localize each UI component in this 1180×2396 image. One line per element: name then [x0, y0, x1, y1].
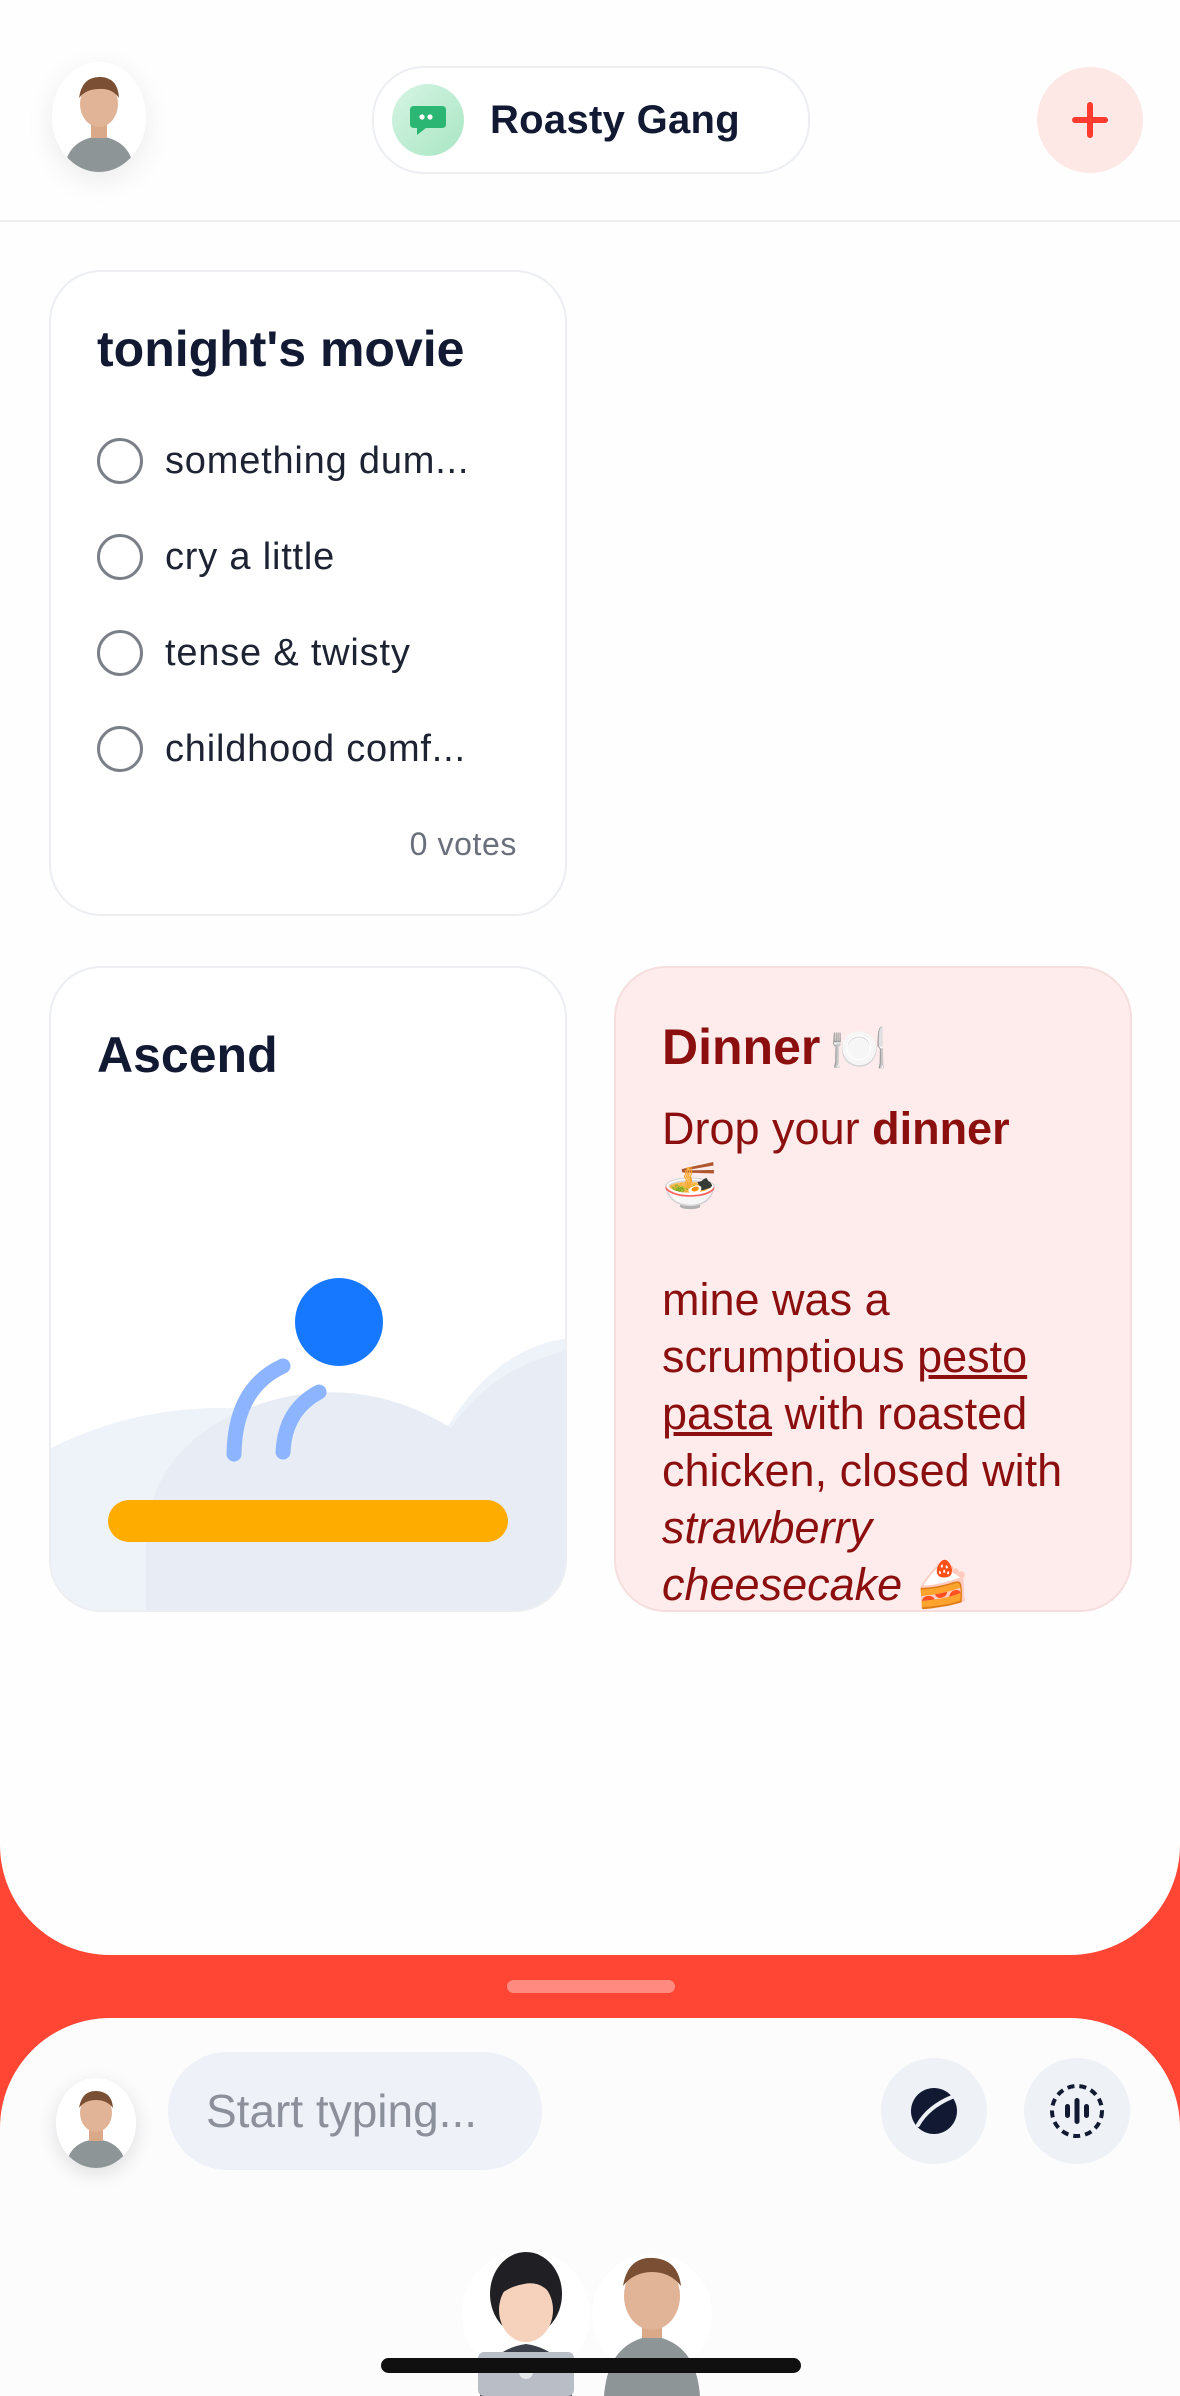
platform: [108, 1500, 508, 1542]
poll-option-label: childhood comf...: [165, 727, 466, 770]
vote-count: 0 votes: [409, 826, 517, 862]
message-input[interactable]: [168, 2052, 542, 2170]
dinner-title: Dinner 🍽️: [662, 1018, 888, 1076]
prompt-bold: dinner: [872, 1103, 1010, 1154]
composer-panel: [0, 2018, 1180, 2396]
poll-option-label: tense & twisty: [165, 631, 411, 674]
ball: [295, 1278, 383, 1366]
voice-button[interactable]: [1024, 2058, 1130, 2164]
chat-bubble-icon: [392, 84, 464, 156]
radio-button[interactable]: [97, 534, 143, 580]
group-selector[interactable]: Roasty Gang: [372, 66, 810, 174]
dinner-card[interactable]: Dinner 🍽️ Drop your dinner 🍜 mine was a s…: [614, 966, 1132, 1612]
user-avatar-icon: [56, 2078, 136, 2168]
poll-option[interactable]: tense & twisty: [97, 630, 411, 676]
poll-option-label: cry a little: [165, 535, 336, 578]
dessert-text: strawberry cheesecake: [662, 1502, 903, 1610]
radio-button[interactable]: [97, 726, 143, 772]
poll-option[interactable]: childhood comf...: [97, 726, 466, 772]
plate-emoji-icon: 🍽️: [830, 1022, 888, 1074]
composer-avatar: [56, 2078, 136, 2168]
poll-card[interactable]: tonight's movie something dum... cry a l…: [49, 270, 567, 916]
sticker-icon: [911, 2088, 957, 2134]
voice-record-icon: [1050, 2084, 1104, 2138]
poll-option[interactable]: cry a little: [97, 534, 335, 580]
dinner-prompt: Drop your dinner: [662, 1100, 1102, 1157]
cake-emoji-icon: 🍰: [914, 1559, 971, 1610]
radio-button[interactable]: [97, 630, 143, 676]
prompt-text: Drop your: [662, 1103, 873, 1154]
home-indicator: [381, 2358, 801, 2373]
plus-icon: [1072, 102, 1108, 138]
sticker-button[interactable]: [881, 2058, 987, 2164]
story-text: mine was a scrumptious: [662, 1274, 918, 1382]
dinner-body: Drop your dinner 🍜 mine was a scrumptiou…: [662, 1100, 1102, 1610]
poll-title: tonight's movie: [97, 321, 465, 377]
game-title: Ascend: [97, 1027, 278, 1083]
poll-option-label: something dum...: [165, 439, 470, 482]
main-sheet: Roasty Gang tonight's movie something du…: [0, 0, 1180, 1955]
user-avatar-icon: [52, 62, 146, 172]
add-button[interactable]: [1037, 67, 1143, 173]
top-header: Roasty Gang: [0, 0, 1180, 222]
group-name: Roasty Gang: [490, 97, 741, 142]
game-card[interactable]: Ascend: [49, 966, 567, 1612]
drag-handle[interactable]: [507, 1980, 675, 1993]
radio-button[interactable]: [97, 438, 143, 484]
noodle-emoji-icon: 🍜: [662, 1160, 719, 1211]
dinner-title-text: Dinner: [662, 1019, 821, 1075]
dinner-story: mine was a scrumptious pesto pasta with …: [662, 1271, 1102, 1610]
poll-option[interactable]: something dum...: [97, 438, 469, 484]
profile-avatar[interactable]: [52, 62, 146, 172]
